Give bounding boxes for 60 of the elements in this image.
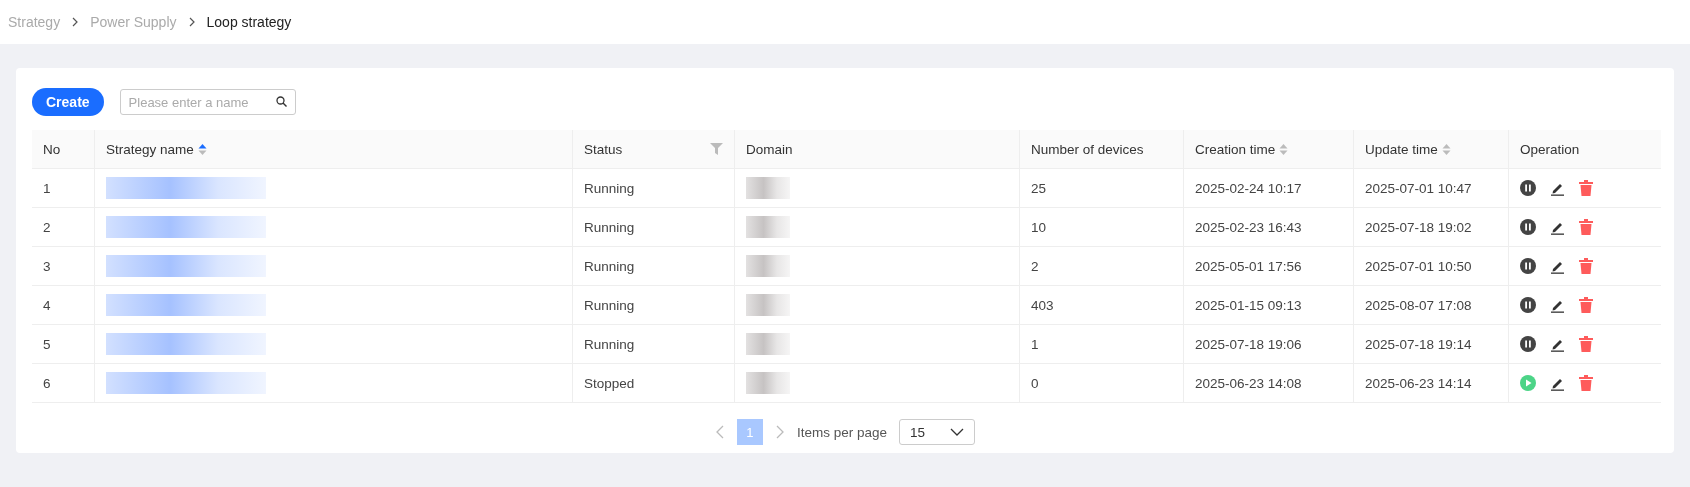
pause-icon[interactable] [1520,258,1536,274]
create-button[interactable]: Create [32,88,104,116]
trash-icon[interactable] [1579,297,1593,313]
table-cell: 2025-06-23 14:14 [1365,375,1472,391]
table-cell: Running [584,219,635,235]
table-cell: Running [584,297,635,313]
table-cell: 25 [1031,180,1047,196]
pause-icon[interactable] [1520,297,1536,313]
column-title: Status [584,141,623,157]
table-cell: 2025-05-01 17:56 [1195,258,1302,274]
table-cell: 6 [43,375,51,391]
trash-icon[interactable] [1579,375,1593,391]
caret-icon [950,428,965,436]
table-cell: Running [584,258,635,274]
table-cell: 10 [1031,219,1047,235]
breadcrumb-current: Loop strategy [206,14,292,30]
table-cell: 1 [1031,336,1039,352]
table-cell: 2025-07-18 19:02 [1365,219,1472,235]
table-cell: Stopped [584,375,635,391]
trash-icon[interactable] [1579,219,1593,235]
column-title: No [43,141,61,157]
table-cell: 2025-06-23 14:08 [1195,375,1302,391]
column-title: Domain [746,141,793,157]
table-cell: 2 [43,219,51,235]
trash-icon[interactable] [1579,336,1593,352]
table-cell: 1 [43,180,51,196]
table-cell: 2025-07-18 19:06 [1195,336,1302,352]
table-cell: Running [584,336,635,352]
trash-icon[interactable] [1579,180,1593,196]
table-cell: 2025-01-15 09:13 [1195,297,1302,313]
table-cell: 5 [43,336,51,352]
pause-icon[interactable] [1520,180,1536,196]
search-icon[interactable] [275,96,287,107]
table-cell: 2025-02-23 16:43 [1195,219,1302,235]
column-title: Update time [1365,141,1438,157]
table-cell: 2 [1031,258,1039,274]
table-cell: 2025-02-24 10:17 [1195,180,1302,196]
items-per-page-label: Items per page [796,424,888,440]
pause-icon[interactable] [1520,336,1536,352]
trash-icon[interactable] [1579,258,1593,274]
table-cell: 4 [43,297,51,313]
column-title: Strategy name [106,141,194,157]
pause-icon[interactable] [1520,219,1536,235]
page-button[interactable]: 1 [736,419,763,445]
search-field[interactable]: Please enter a name [119,89,296,115]
column-title: Number of devices [1031,141,1144,157]
sort-icon[interactable] [197,142,207,156]
table-cell: 0 [1031,375,1039,391]
table-cell: 2025-08-07 17:08 [1365,297,1472,313]
table-cell: 2025-07-01 10:50 [1365,258,1472,274]
page-size-select[interactable]: 15 [899,419,976,445]
table-cell: 2025-07-01 10:47 [1365,180,1472,196]
column-title: Operation [1520,141,1580,157]
breadcrumb-link[interactable]: Strategy [8,14,61,30]
table-cell: 403 [1031,297,1054,313]
breadcrumb-link[interactable]: Power Supply [90,14,177,30]
column-title: Creation time [1195,141,1276,157]
table-cell: 3 [43,258,51,274]
table-cell: 2025-07-18 19:14 [1365,336,1472,352]
table-cell: Running [584,180,635,196]
